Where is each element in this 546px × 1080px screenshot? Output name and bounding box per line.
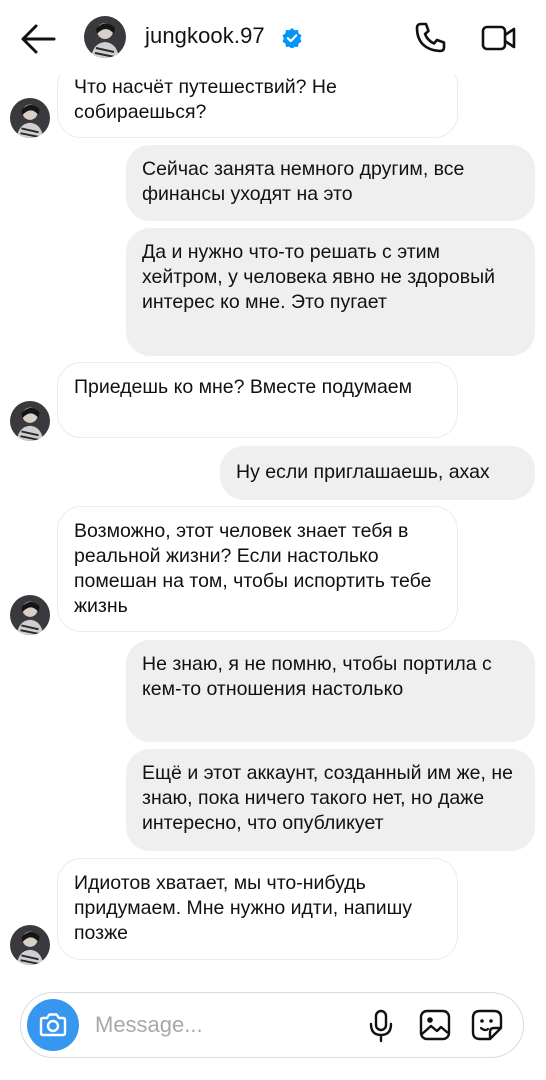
outgoing-message[interactable]: Ещё и этот аккаунт, созданный им же, не …: [126, 749, 535, 851]
outgoing-message[interactable]: Ну если приглашаешь, ахах: [220, 446, 535, 500]
message-text: Не знаю, я не помню, чтобы портила с кем…: [142, 653, 492, 700]
message-text: Идиотов хватает, мы что-нибудь придумаем…: [74, 872, 413, 944]
outgoing-message[interactable]: Не знаю, я не помню, чтобы портила с кем…: [126, 640, 535, 742]
message-text: Что насчёт путешествий? Не собираешься?: [74, 76, 337, 123]
message-text: Приедешь ко мне? Вместе подумаем: [74, 376, 413, 398]
contact-avatar-small[interactable]: [10, 925, 50, 965]
phone-icon[interactable]: [412, 20, 448, 56]
contact-avatar[interactable]: [84, 16, 126, 58]
contact-avatar-small[interactable]: [10, 98, 50, 138]
message-input[interactable]: [95, 1008, 335, 1042]
incoming-message[interactable]: Возможно, этот человек знает тебя в реал…: [57, 506, 458, 632]
arrow-left-icon[interactable]: [18, 22, 58, 56]
gallery-icon[interactable]: [419, 1009, 451, 1041]
message-text: Да и нужно что-то решать с этим хейтром,…: [142, 241, 495, 313]
outgoing-message[interactable]: Сейчас занята немного другим, все финанс…: [126, 145, 535, 221]
video-camera-icon[interactable]: [480, 22, 518, 54]
contact-avatar-small[interactable]: [10, 595, 50, 635]
contact-avatar-small[interactable]: [10, 401, 50, 441]
message-composer: [20, 992, 524, 1058]
camera-button[interactable]: [27, 999, 79, 1051]
camera-icon: [39, 1013, 67, 1037]
message-text: Ещё и этот аккаунт, созданный им же, не …: [142, 762, 513, 834]
chat-header: jungkook.97: [0, 0, 546, 74]
microphone-icon[interactable]: [368, 1009, 394, 1043]
verified-badge-icon: [282, 28, 302, 48]
incoming-message[interactable]: Идиотов хватает, мы что-нибудь придумаем…: [57, 858, 458, 960]
outgoing-message[interactable]: Да и нужно что-то решать с этим хейтром,…: [126, 228, 535, 356]
message-text: Сейчас занята немного другим, все финанс…: [142, 158, 465, 205]
sticker-icon[interactable]: [471, 1009, 503, 1041]
contact-username[interactable]: jungkook.97: [145, 23, 265, 49]
message-text: Возможно, этот человек знает тебя в реал…: [74, 520, 432, 617]
incoming-message[interactable]: Приедешь ко мне? Вместе подумаем: [57, 362, 458, 438]
message-text: Ну если приглашаешь, ахах: [236, 461, 490, 483]
